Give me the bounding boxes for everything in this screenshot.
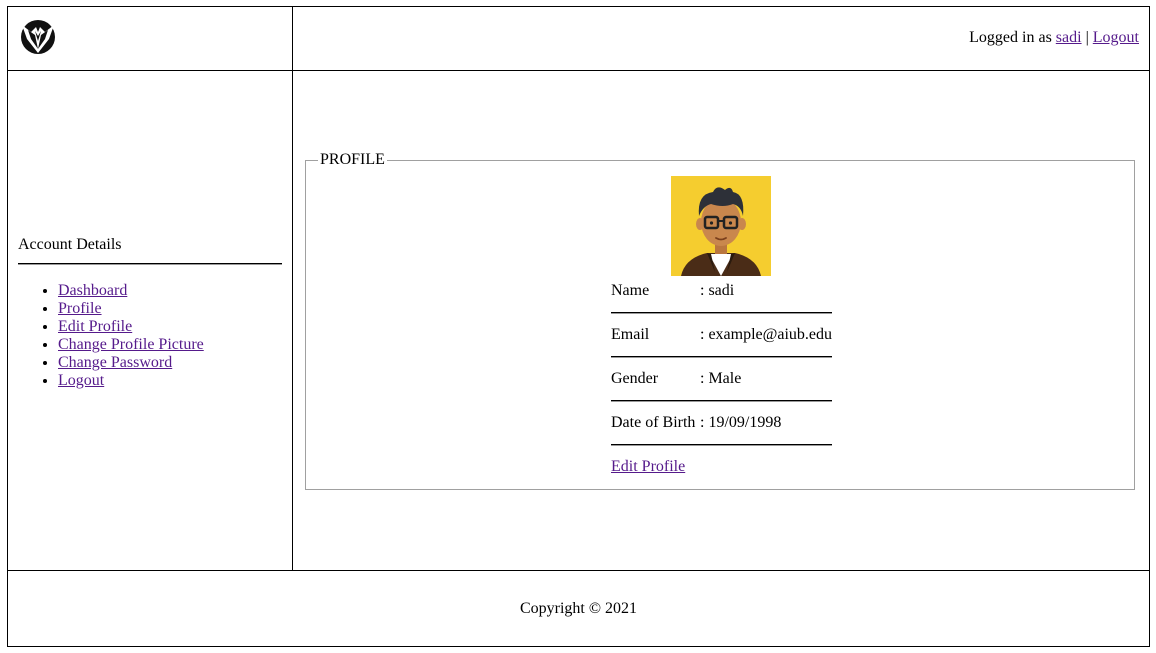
gender-label: Gender: [611, 370, 659, 387]
user-avatar: [671, 176, 771, 276]
copyright-text: Copyright © 2021: [519, 600, 638, 617]
logged-in-text: Logged in as: [969, 29, 1052, 46]
edit-profile-link[interactable]: Edit Profile: [58, 318, 132, 335]
name-value: : sadi: [700, 282, 735, 299]
eagle-shield-logo-icon: [19, 19, 57, 55]
change-password-link[interactable]: Change Password: [58, 354, 172, 371]
profile-row-gender: Gender : Male: [611, 370, 832, 414]
row-divider: [611, 444, 832, 446]
sidebar-logout-link[interactable]: Logout: [58, 372, 104, 389]
row-divider: [611, 356, 832, 358]
profile-row-dob: Date of Birth : 19/09/1998: [611, 414, 832, 458]
dob-value: : 19/09/1998: [700, 414, 782, 431]
dob-label: Date of Birth: [611, 414, 696, 431]
sidebar-item-profile: Profile: [58, 300, 204, 318]
change-profile-picture-link[interactable]: Change Profile Picture: [58, 336, 204, 353]
dashboard-link[interactable]: Dashboard: [58, 282, 127, 299]
profile-info-table: Name : sadi Email : example@aiub.edu Gen…: [611, 282, 832, 458]
sidebar-item-dashboard: Dashboard: [58, 282, 204, 300]
sidebar: Account Details Dashboard Profile Edit P…: [7, 70, 293, 571]
sidebar-divider: [18, 263, 282, 265]
header-separator: |: [1085, 29, 1089, 46]
sidebar-item-logout: Logout: [58, 372, 204, 390]
username-link[interactable]: sadi: [1056, 29, 1082, 46]
header-logout-link[interactable]: Logout: [1093, 29, 1139, 46]
sidebar-item-change-password: Change Password: [58, 354, 204, 372]
email-value: : example@aiub.edu: [700, 326, 833, 343]
login-status: Logged in as sadi | Logout: [969, 29, 1139, 47]
edit-profile-button[interactable]: Edit Profile: [611, 458, 685, 476]
name-label: Name: [611, 282, 650, 299]
sidebar-item-change-picture: Change Profile Picture: [58, 336, 204, 354]
sidebar-item-edit-profile: Edit Profile: [58, 318, 204, 336]
sidebar-menu: Dashboard Profile Edit Profile Change Pr…: [18, 282, 204, 390]
profile-link[interactable]: Profile: [58, 300, 102, 317]
main-content: PROFILE Name : sadi Email: example@aiub…: [292, 70, 1150, 571]
footer: Copyright © 2021: [7, 570, 1150, 647]
row-divider: [611, 400, 832, 402]
header-bar: Logged in as sadi | Logout: [292, 6, 1150, 71]
email-label: Email: [611, 326, 650, 343]
profile-row-name: Name : sadi: [611, 282, 832, 326]
gender-value: : Male: [700, 370, 742, 387]
row-divider: [611, 312, 832, 314]
profile-row-email: Email : example@aiub.edu: [611, 326, 832, 370]
profile-legend: PROFILE: [320, 151, 385, 168]
sidebar-title: Account Details: [18, 236, 122, 253]
logo-cell: [7, 6, 293, 71]
